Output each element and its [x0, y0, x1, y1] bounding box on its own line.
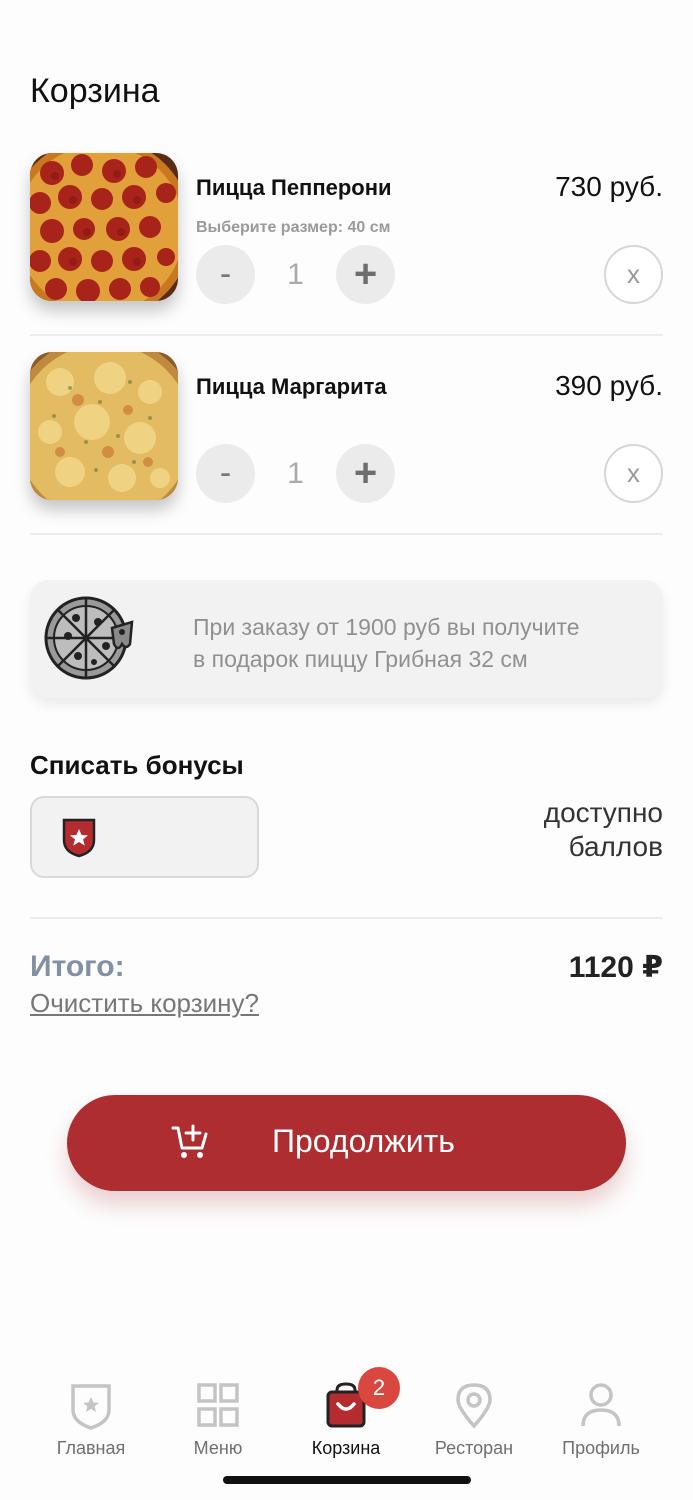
pizza-icon [42, 592, 136, 686]
clear-cart-link[interactable]: Очистить корзину? [30, 988, 259, 1019]
tab-home-label: Главная [56, 1438, 126, 1458]
tab-cart[interactable]: Корзина 2 [282, 1367, 410, 1465]
user-icon [581, 1383, 621, 1427]
home-indicator [223, 1476, 471, 1484]
item-size-option[interactable]: Выберите размер: 40 см [196, 219, 390, 237]
tab-cart-label: Корзина [311, 1438, 381, 1458]
tab-restaurant[interactable]: Ресторан [410, 1370, 538, 1465]
tab-bar: Главная Меню Корзина 2 Ресторан Профиль [0, 1367, 693, 1470]
cart-item: Пицца Пепперони Выберите размер: 40 см 7… [30, 153, 663, 353]
tab-profile[interactable]: Профиль [537, 1370, 665, 1465]
tab-profile-label: Профиль [562, 1438, 640, 1458]
cart-plus-icon [171, 1124, 208, 1158]
promo-text-line1: При заказу от 1900 руб вы получите [193, 614, 580, 640]
grid-icon [197, 1383, 239, 1427]
decrease-quantity-button[interactable]: - [196, 245, 255, 304]
total-label: Итого: [30, 950, 125, 983]
item-price: 390 руб. [555, 370, 663, 401]
item-name: Пицца Маргарита [196, 374, 387, 399]
page-title: Корзина [30, 72, 160, 110]
cart-item: Пицца Маргарита 390 руб. - 1 + x [30, 352, 663, 552]
divider [30, 334, 663, 336]
remove-item-button[interactable]: x [604, 444, 663, 503]
divider [30, 533, 663, 535]
bonus-available-line1: доступно [543, 797, 663, 828]
item-name: Пицца Пепперони [196, 175, 392, 200]
pepperoni-pizza-image [30, 153, 178, 301]
promo-text: При заказу от 1900 руб вы получите в под… [193, 611, 633, 675]
cart-count-badge: 2 [358, 1367, 400, 1409]
promo-text-line2: в подарок пиццу Грибная 32 см [193, 646, 528, 672]
continue-button-label: Продолжить [272, 1123, 455, 1159]
promo-banner: При заказу от 1900 руб вы получите в под… [30, 580, 663, 698]
shield-star-icon [62, 818, 96, 858]
bonus-available: доступно баллов [544, 796, 663, 864]
quantity-value: 1 [287, 257, 304, 291]
remove-item-button[interactable]: x [604, 245, 663, 304]
bonus-title: Списать бонусы [30, 750, 244, 780]
quantity-value: 1 [287, 456, 304, 490]
increase-quantity-button[interactable]: + [336, 444, 395, 503]
item-price: 730 руб. [555, 171, 663, 202]
margherita-pizza-image [30, 352, 178, 500]
location-pin-icon [456, 1383, 492, 1429]
continue-button[interactable]: Продолжить [67, 1095, 626, 1191]
increase-quantity-button[interactable]: + [336, 245, 395, 304]
tab-home[interactable]: Главная [27, 1370, 155, 1465]
bonus-input[interactable] [30, 796, 259, 878]
tab-menu-label: Меню [193, 1438, 243, 1458]
bonus-available-line2: баллов [568, 831, 663, 862]
total-value: 1120 ₽ [568, 951, 663, 984]
shield-star-icon [71, 1384, 111, 1430]
divider [30, 917, 663, 919]
decrease-quantity-button[interactable]: - [196, 444, 255, 503]
tab-menu[interactable]: Меню [154, 1370, 282, 1465]
tab-restaurant-label: Ресторан [434, 1438, 514, 1458]
